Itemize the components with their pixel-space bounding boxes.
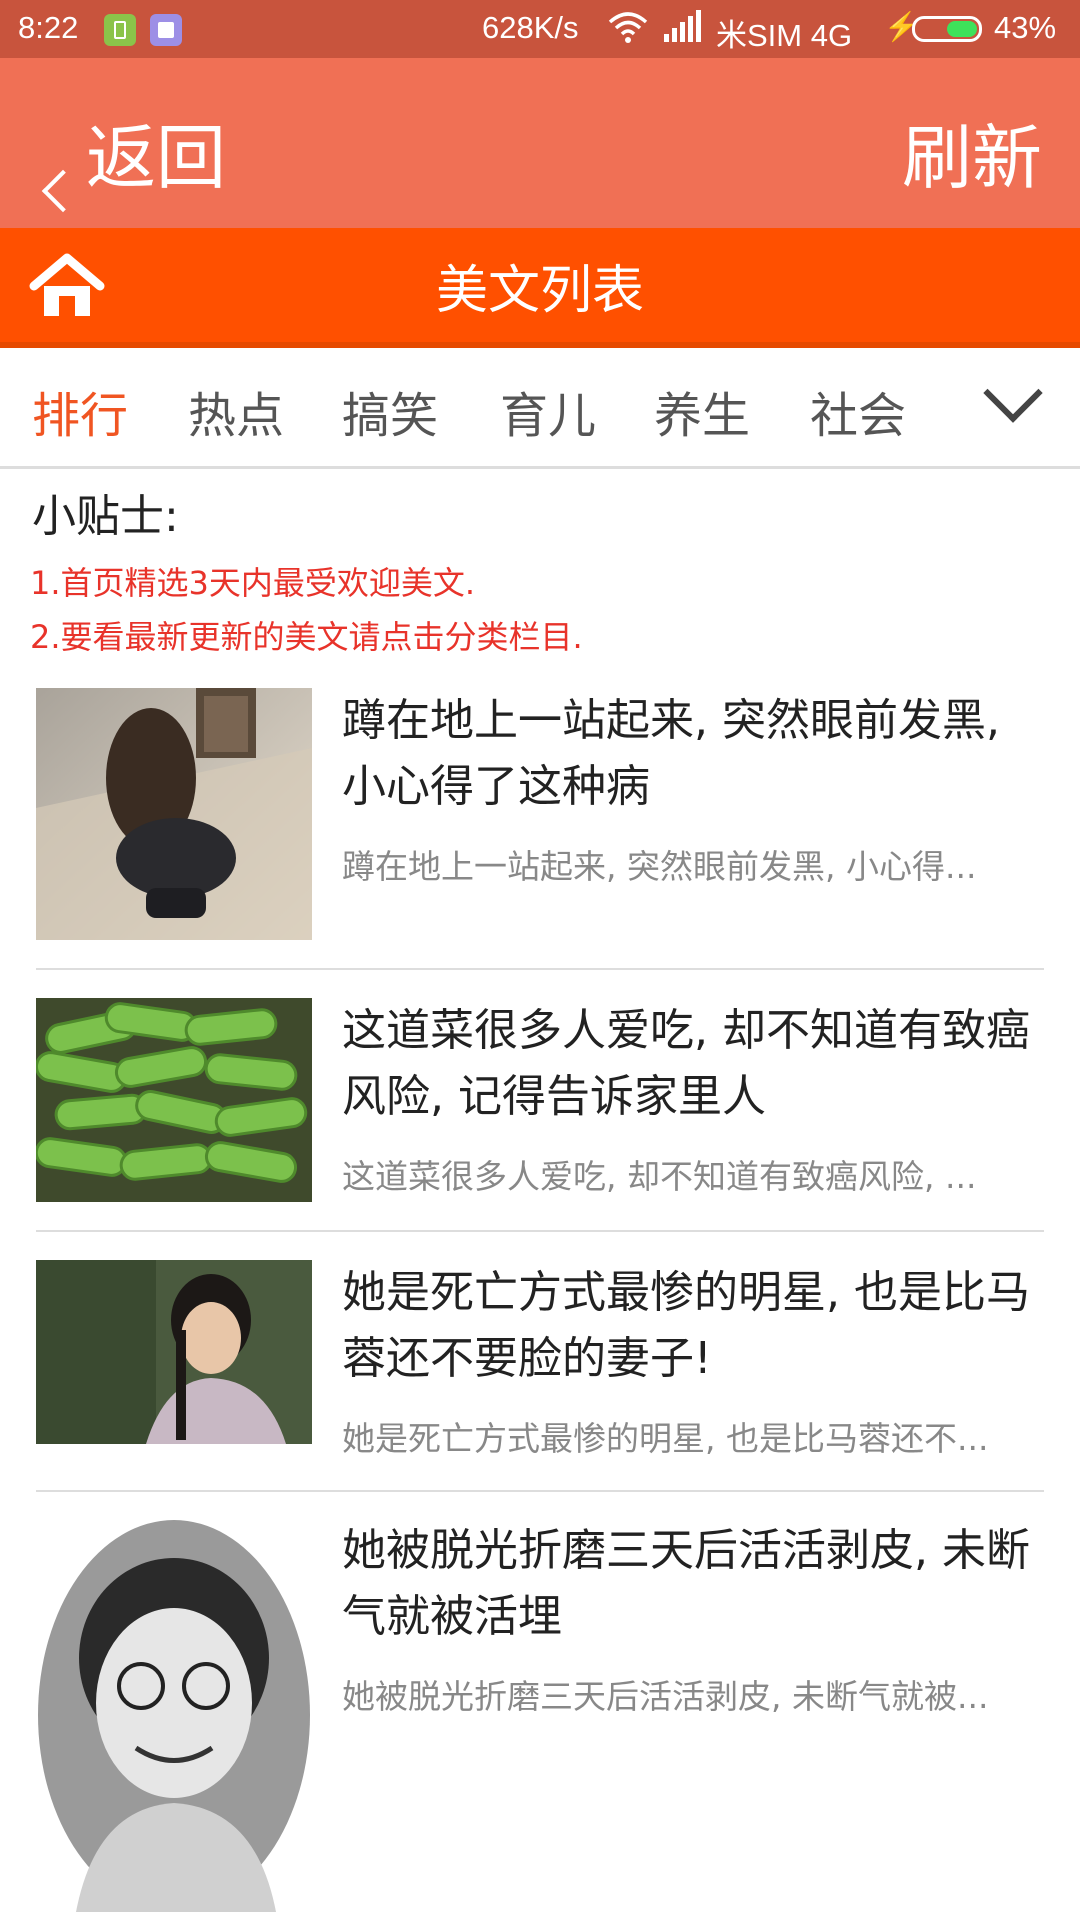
article-summary: 她被脱光折磨三天后活活剥皮, 未断气就被... bbox=[342, 1677, 989, 1716]
tab-society[interactable]: 社会 bbox=[810, 376, 906, 446]
article-thumbnail bbox=[36, 1260, 312, 1444]
divider bbox=[36, 1490, 1044, 1492]
tab-funny[interactable]: 搞笑 bbox=[342, 376, 438, 446]
tab-health[interactable]: 养生 bbox=[654, 376, 750, 446]
carrier-label: 米SIM 4G bbox=[716, 18, 853, 53]
battery-icon bbox=[912, 16, 982, 42]
tab-parenting[interactable]: 育儿 bbox=[500, 376, 596, 446]
tab-ranking[interactable]: 排行 bbox=[32, 376, 128, 446]
article-summary: 蹲在地上一站起来, 突然眼前发黑, 小心得... bbox=[342, 847, 977, 886]
wifi-icon bbox=[608, 10, 648, 52]
divider bbox=[36, 968, 1044, 970]
battery-percent: 43% bbox=[994, 10, 1057, 45]
app-notification-icon bbox=[104, 14, 136, 46]
category-tabs: 排行 热点 搞笑 育儿 养生 社会 bbox=[0, 348, 1080, 469]
article-title: 她被脱光折磨三天后活活剥皮, 未断气就被活埋 bbox=[342, 1525, 1030, 1642]
back-button[interactable]: 返回 bbox=[86, 102, 226, 203]
article-title: 蹲在地上一站起来, 突然眼前发黑, 小心得了这种病 bbox=[342, 695, 1000, 812]
article-item[interactable]: 她是死亡方式最惨的明星, 也是比马蓉还不要脸的妻子! 她是死亡方式最惨的明星, … bbox=[36, 1260, 1044, 1458]
section-header: 美文列表 bbox=[0, 228, 1080, 348]
status-bar: 8:22 628K/s 米SIM 4G ⚡ 43% bbox=[0, 0, 1080, 58]
page-title: 美文列表 bbox=[435, 261, 644, 321]
article-summary: 这道菜很多人爱吃, 却不知道有致癌风险, ... bbox=[342, 1157, 977, 1196]
divider bbox=[36, 1230, 1044, 1232]
network-speed: 628K/s bbox=[482, 10, 579, 45]
back-chevron-icon[interactable] bbox=[41, 169, 85, 213]
tips-title: 小贴士: bbox=[32, 491, 179, 542]
article-item[interactable]: 蹲在地上一站起来, 突然眼前发黑, 小心得了这种病 蹲在地上一站起来, 突然眼前… bbox=[36, 688, 1044, 942]
tip-line: 1.首页精选3天内最受欢迎美文. bbox=[30, 564, 476, 602]
refresh-button[interactable]: 刷新 bbox=[902, 102, 1042, 203]
status-time: 8:22 bbox=[18, 10, 79, 45]
tab-hot[interactable]: 热点 bbox=[188, 376, 284, 446]
title-bar: 返回 刷新 bbox=[0, 58, 1080, 228]
article-thumbnail bbox=[36, 688, 312, 940]
tip-line: 2.要看最新更新的美文请点击分类栏目. bbox=[30, 618, 583, 656]
signal-icon bbox=[662, 8, 702, 52]
article-thumbnail bbox=[36, 998, 312, 1202]
article-thumbnail bbox=[36, 1518, 312, 1912]
article-item[interactable]: 这道菜很多人爱吃, 却不知道有致癌风险, 记得告诉家里人 这道菜很多人爱吃, 却… bbox=[36, 998, 1044, 1202]
article-title: 她是死亡方式最惨的明星, 也是比马蓉还不要脸的妻子! bbox=[342, 1267, 1030, 1384]
app-notification-icon-2 bbox=[150, 14, 182, 46]
article-item[interactable]: 她被脱光折磨三天后活活剥皮, 未断气就被活埋 她被脱光折磨三天后活活剥皮, 未断… bbox=[36, 1518, 1044, 1912]
article-title: 这道菜很多人爱吃, 却不知道有致癌风险, 记得告诉家里人 bbox=[342, 1005, 1030, 1122]
article-summary: 她是死亡方式最惨的明星, 也是比马蓉还不... bbox=[342, 1419, 989, 1458]
